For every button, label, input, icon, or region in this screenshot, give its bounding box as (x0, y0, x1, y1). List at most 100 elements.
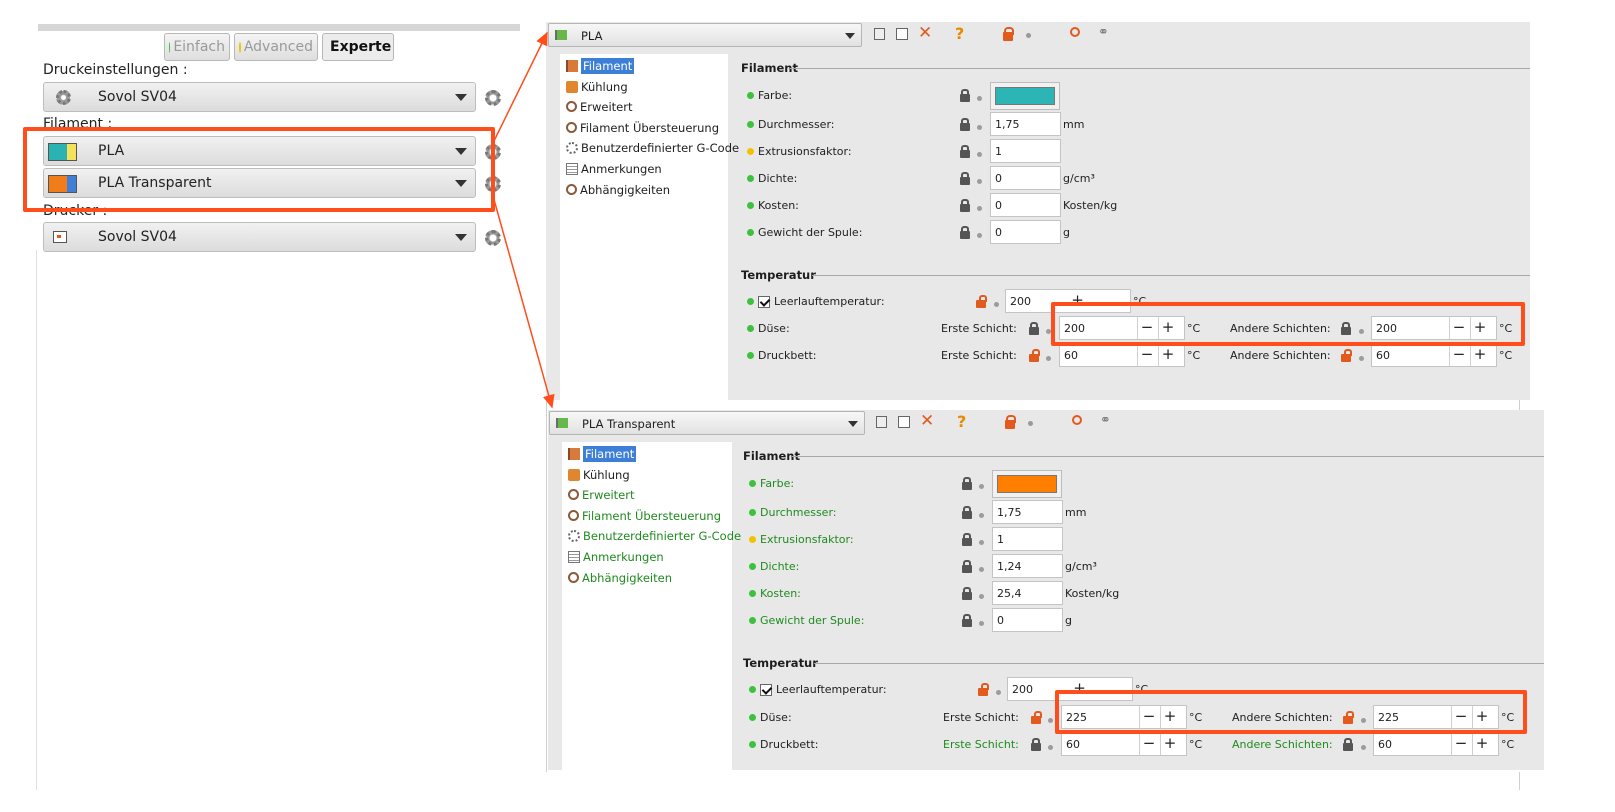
bullet-dot-icon[interactable] (1361, 718, 1366, 723)
help-icon[interactable]: ? (955, 26, 964, 42)
lock-icon[interactable] (960, 199, 970, 212)
idle-temp-checkbox[interactable] (760, 683, 772, 696)
delete-preset-icon[interactable]: ✕ (920, 413, 934, 430)
search-icon[interactable] (1070, 27, 1080, 37)
bullet-dot-icon[interactable] (1361, 745, 1366, 750)
bullet-dot-icon[interactable] (977, 152, 982, 157)
lock-open-icon[interactable] (1343, 711, 1354, 724)
increment-button[interactable]: + (1470, 317, 1489, 339)
save-preset-icon[interactable] (874, 28, 885, 40)
search-icon[interactable] (1072, 415, 1082, 425)
lock-icon[interactable] (960, 89, 970, 102)
filament-1-gear-icon[interactable] (485, 144, 501, 160)
lock-icon[interactable] (1343, 738, 1353, 751)
bed-other-layers-spin[interactable]: 60− + (1373, 732, 1499, 756)
tree-item-filament[interactable]: Filament (566, 56, 635, 75)
nozzle-other-layers-spin[interactable]: 225− + (1373, 705, 1499, 729)
bullet-dot-icon[interactable] (977, 233, 982, 238)
tree-item-dependencies[interactable]: Abhängigkeiten (568, 568, 672, 587)
preset-combo[interactable]: PLA Transparent (549, 411, 865, 435)
increment-button[interactable]: + (1070, 678, 1089, 700)
lock-icon[interactable] (1029, 322, 1039, 335)
increment-button[interactable]: + (1158, 344, 1177, 366)
increment-button[interactable]: + (1160, 733, 1179, 755)
rename-preset-icon[interactable] (896, 28, 908, 40)
idle-temp-spin[interactable]: 200 + (1005, 289, 1131, 313)
tree-item-kuehlung[interactable]: Kühlung (566, 77, 628, 96)
filament-combo-2[interactable]: PLA Transparent (43, 168, 476, 198)
printer-combo[interactable]: Sovol SV04 (43, 222, 476, 252)
tree-item-filament[interactable]: Filament (568, 444, 637, 463)
bed-other-layers-spin[interactable]: 60− + (1371, 343, 1497, 367)
increment-button[interactable]: + (1472, 706, 1491, 728)
lock-icon[interactable] (960, 226, 970, 239)
bed-first-layer-spin[interactable]: 60− + (1061, 732, 1187, 756)
tree-item-custom-gcode[interactable]: Benutzerdefinierter G-Code (566, 138, 739, 157)
bullet-dot-icon[interactable] (1359, 356, 1364, 361)
tree-item-filament-override[interactable]: Filament Übersteuerung (568, 506, 721, 525)
bullet-dot-icon[interactable] (977, 179, 982, 184)
increment-button[interactable]: + (1160, 706, 1179, 728)
tree-item-custom-gcode[interactable]: Benutzerdefinierter G-Code (568, 526, 741, 545)
bullet-dot-icon[interactable] (977, 96, 982, 101)
lock-icon[interactable] (960, 145, 970, 158)
bullet-dot-icon[interactable] (1048, 745, 1053, 750)
diameter-input[interactable]: 1,75 (992, 500, 1063, 524)
bullet-dot-icon[interactable] (994, 302, 999, 307)
lock-icon[interactable] (962, 533, 972, 546)
tree-item-notes[interactable]: Anmerkungen (566, 159, 662, 178)
nozzle-first-layer-spin[interactable]: 225− + (1061, 705, 1187, 729)
tree-item-erweitert[interactable]: Erweitert (566, 97, 633, 116)
bullet-dot-icon[interactable] (979, 540, 984, 545)
decrement-button[interactable]: − (1139, 733, 1158, 755)
tree-item-notes[interactable]: Anmerkungen (568, 547, 664, 566)
density-input[interactable]: 1,24 (992, 554, 1063, 578)
decrement-button[interactable]: − (1137, 344, 1156, 366)
lock-open-icon[interactable] (978, 683, 989, 696)
decrement-button[interactable]: − (1449, 317, 1468, 339)
spool-weight-input[interactable]: 0 (992, 608, 1063, 632)
bullet-dot-icon[interactable] (1028, 421, 1033, 426)
bullet-dot-icon[interactable] (979, 594, 984, 599)
bullet-dot-icon[interactable] (1046, 356, 1051, 361)
decrement-button[interactable]: − (1139, 706, 1158, 728)
color-picker[interactable] (992, 470, 1062, 498)
decrement-button[interactable]: − (1137, 317, 1156, 339)
bullet-dot-icon[interactable] (977, 125, 982, 130)
density-input[interactable]: 0 (990, 166, 1061, 190)
bullet-dot-icon[interactable] (979, 621, 984, 626)
idle-temp-spin[interactable]: 200 + (1007, 677, 1133, 701)
lock-icon[interactable] (962, 506, 972, 519)
increment-button[interactable]: + (1068, 290, 1087, 312)
bullet-dot-icon[interactable] (979, 484, 984, 489)
mode-experte-button[interactable]: Experte (322, 33, 394, 61)
color-picker[interactable] (990, 82, 1060, 110)
decrement-button[interactable]: − (1451, 706, 1470, 728)
bullet-dot-icon[interactable] (979, 513, 984, 518)
lock-icon[interactable] (962, 477, 972, 490)
decrement-button[interactable]: − (1449, 344, 1468, 366)
spool-weight-input[interactable]: 0 (990, 220, 1061, 244)
bullet-dot-icon[interactable] (1359, 329, 1364, 334)
tree-item-filament-override[interactable]: Filament Übersteuerung (566, 118, 719, 137)
lock-icon[interactable] (960, 172, 970, 185)
lock-open-icon[interactable] (976, 295, 987, 308)
bullet-dot-icon[interactable] (1048, 718, 1053, 723)
lock-open-icon[interactable] (1005, 415, 1016, 429)
idle-temp-checkbox[interactable] (758, 295, 770, 308)
tree-item-kuehlung[interactable]: Kühlung (568, 465, 630, 484)
bullet-dot-icon[interactable] (1026, 33, 1031, 38)
lock-open-icon[interactable] (1031, 711, 1042, 724)
decrement-button[interactable]: − (1451, 733, 1470, 755)
lock-icon[interactable] (962, 560, 972, 573)
increment-button[interactable]: + (1470, 344, 1489, 366)
help-icon[interactable]: ? (957, 414, 966, 430)
lock-icon[interactable] (1031, 738, 1041, 751)
lock-open-icon[interactable] (1003, 27, 1014, 41)
preset-combo[interactable]: PLA (548, 23, 862, 47)
cost-input[interactable]: 0 (990, 193, 1061, 217)
bullet-dot-icon[interactable] (979, 567, 984, 572)
save-preset-icon[interactable] (876, 416, 887, 428)
bed-first-layer-spin[interactable]: 60− + (1059, 343, 1185, 367)
cost-input[interactable]: 25,4 (992, 581, 1063, 605)
